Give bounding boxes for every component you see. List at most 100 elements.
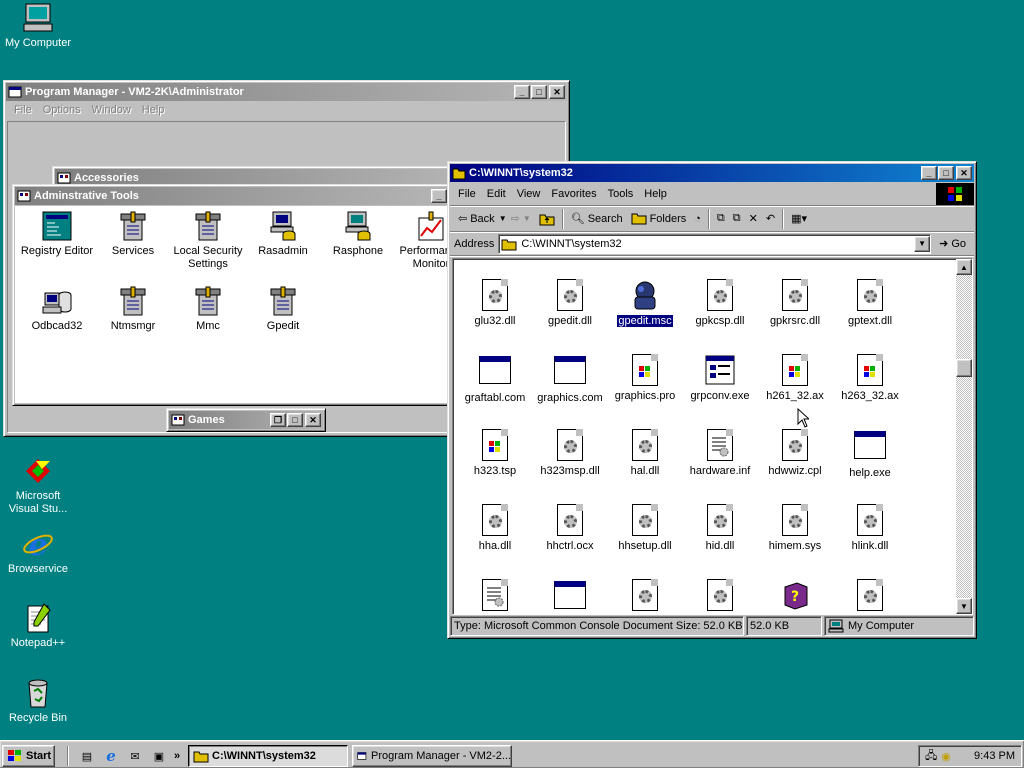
file-item[interactable]: graphics.pro [608, 354, 682, 402]
internet-explorer-icon[interactable]: e [102, 747, 120, 765]
taskbar-button-explorer[interactable]: C:\WINNT\system32 [188, 745, 348, 767]
ntmsmgr-item[interactable]: Ntmsmgr [93, 285, 173, 333]
clock[interactable]: 9:43 PM [974, 750, 1015, 762]
menu-view[interactable]: View [513, 188, 548, 200]
go-button[interactable]: ➜ Go [935, 233, 970, 255]
games-group-minimized[interactable]: Games ❐ □ ✕ [166, 408, 326, 432]
move-to-button[interactable]: ⧉ [713, 208, 729, 230]
close-button[interactable]: ✕ [956, 166, 972, 180]
copy-to-button[interactable]: ⧉ [729, 208, 745, 230]
file-item[interactable]: graphics.com [533, 354, 607, 404]
maximize-button[interactable]: □ [938, 166, 954, 180]
up-folder-button[interactable] [535, 208, 559, 230]
explorer-titlebar[interactable]: C:\WINNT\system32 _ □ ✕ [450, 164, 974, 182]
file-item[interactable] [833, 579, 907, 612]
menu-help[interactable]: Help [138, 104, 172, 116]
file-item[interactable]: hha.dll [458, 504, 532, 552]
performance-monitor-item[interactable]: Performance Monitor [391, 210, 449, 271]
local-security-settings-item[interactable]: Local Security Settings [168, 210, 248, 271]
views-button[interactable]: ▦▾ [787, 208, 811, 230]
close-button[interactable]: ✕ [549, 85, 565, 99]
menu-tools[interactable]: Tools [604, 188, 641, 200]
menu-help[interactable]: Help [640, 188, 674, 200]
scroll-down-button[interactable]: ▼ [956, 598, 972, 614]
file-item[interactable]: gpedit.msc [608, 279, 682, 328]
desktop-icon-notepad-plus-plus[interactable]: Notepad++ [0, 602, 76, 650]
back-button[interactable]: ⇦ Back [454, 208, 499, 230]
file-item[interactable]: ? [758, 579, 832, 612]
mmc-item[interactable]: Mmc [168, 285, 248, 333]
program-manager-titlebar[interactable]: Program Manager - VM2-2K\Administrator _… [6, 83, 567, 101]
file-item[interactable]: glu32.dll [458, 279, 532, 327]
file-item[interactable]: grpconv.exe [683, 354, 757, 402]
media-icon[interactable]: ▣ [150, 747, 168, 765]
file-item[interactable]: gpkcsp.dll [683, 279, 757, 327]
taskbar-button-program-manager[interactable]: Program Manager - VM2-2... [352, 745, 512, 767]
file-item[interactable] [608, 579, 682, 612]
file-item[interactable]: help.exe [833, 429, 907, 479]
start-button[interactable]: Start [2, 745, 55, 767]
file-item[interactable] [533, 579, 607, 612]
file-item[interactable] [683, 579, 757, 612]
registry-editor-item[interactable]: Registry Editor [17, 210, 97, 258]
menu-favorites[interactable]: Favorites [547, 188, 603, 200]
menu-edit[interactable]: Edit [483, 188, 513, 200]
file-item[interactable]: hhctrl.ocx [533, 504, 607, 552]
file-item[interactable]: h261_32.ax [758, 354, 832, 402]
close-button[interactable]: ✕ [305, 413, 321, 427]
file-item[interactable]: gpkrsrc.dll [758, 279, 832, 327]
scroll-up-button[interactable]: ▲ [956, 259, 972, 275]
quick-launch-more-icon[interactable]: » [174, 750, 180, 762]
admin-tools-titlebar[interactable]: Adminstrative Tools _ [15, 187, 449, 205]
menu-file[interactable]: File [454, 188, 483, 200]
file-item[interactable] [458, 579, 532, 612]
undo-button[interactable]: ↶ [762, 208, 779, 230]
minimize-button[interactable]: _ [431, 189, 447, 203]
rasphone-item[interactable]: Rasphone [318, 210, 398, 258]
folders-button[interactable]: Folders [627, 208, 691, 230]
file-item[interactable]: hdwwiz.cpl [758, 429, 832, 477]
show-desktop-icon[interactable]: ▤ [78, 747, 96, 765]
odbcad32-item[interactable]: Odbcad32 [17, 285, 97, 333]
file-item[interactable]: hlink.dll [833, 504, 907, 552]
forward-button[interactable]: ⇨ ▼ [507, 208, 535, 230]
maximize-button[interactable]: □ [531, 85, 547, 99]
restore-button[interactable]: ❐ [270, 413, 286, 427]
file-item[interactable]: hhsetup.dll [608, 504, 682, 552]
file-item[interactable]: hal.dll [608, 429, 682, 477]
outlook-express-icon[interactable]: ✉ [126, 747, 144, 765]
file-item[interactable]: h323msp.dll [533, 429, 607, 477]
desktop-icon-visual-studio[interactable]: Microsoft Visual Stu... [0, 455, 76, 516]
games-titlebar[interactable]: Games ❐ □ ✕ [169, 411, 323, 429]
file-item[interactable]: graftabl.com [458, 354, 532, 404]
file-item[interactable]: gptext.dll [833, 279, 907, 327]
desktop-icon-my-computer[interactable]: My Computer [0, 2, 76, 50]
address-dropdown-button[interactable]: ▼ [914, 235, 931, 252]
vertical-scrollbar[interactable]: ▲ ▼ [956, 259, 972, 614]
search-button[interactable]: 🔍︎ Search [567, 208, 627, 230]
scroll-thumb[interactable] [956, 359, 972, 377]
file-item[interactable]: hid.dll [683, 504, 757, 552]
maximize-button[interactable]: □ [287, 413, 303, 427]
back-dropdown-icon[interactable]: ▼ [499, 214, 507, 223]
desktop-icon-browservice[interactable]: e Browservice [0, 528, 76, 576]
menu-window[interactable]: Window [88, 104, 138, 116]
gpedit-item[interactable]: Gpedit [243, 285, 323, 333]
minimize-button[interactable]: _ [514, 85, 530, 99]
menu-options[interactable]: Options [39, 104, 88, 116]
history-button[interactable]: ◔ [690, 208, 705, 230]
address-field[interactable]: C:\WINNT\system32 ▼ [498, 233, 932, 254]
minimize-button[interactable]: _ [921, 166, 937, 180]
delete-button[interactable]: ✕ [745, 208, 762, 230]
file-item[interactable]: h263_32.ax [833, 354, 907, 402]
desktop-icon-recycle-bin[interactable]: Recycle Bin [0, 677, 76, 725]
file-item[interactable]: gpedit.dll [533, 279, 607, 327]
sound-icon[interactable]: ◉ [941, 750, 951, 763]
network-icon[interactable]: 🖧 [925, 747, 937, 766]
file-item[interactable]: himem.sys [758, 504, 832, 552]
rasadmin-item[interactable]: Rasadmin [243, 210, 323, 258]
file-item[interactable]: hardware.inf [683, 429, 757, 477]
menu-file[interactable]: File [10, 104, 39, 116]
file-item[interactable]: h323.tsp [458, 429, 532, 477]
services-item[interactable]: Services [93, 210, 173, 258]
